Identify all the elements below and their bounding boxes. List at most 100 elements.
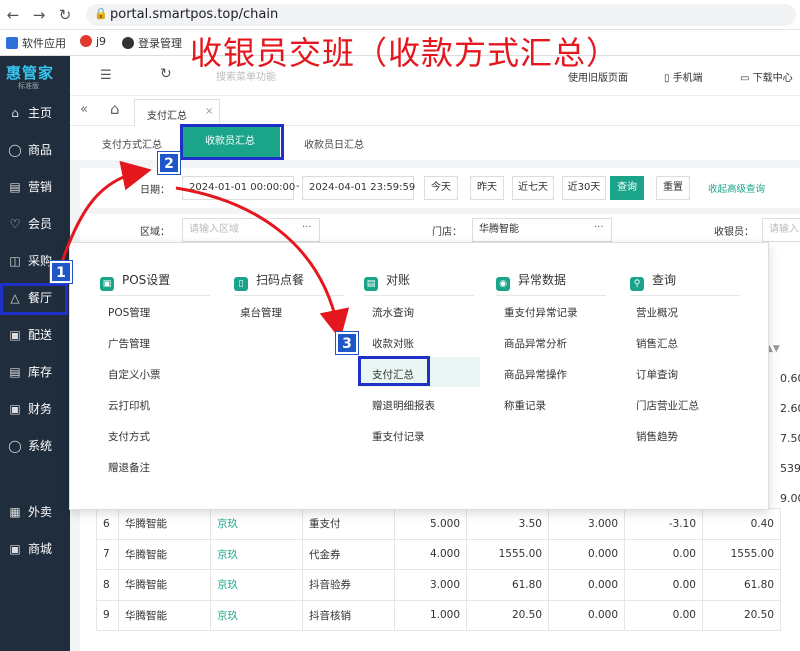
table-row[interactable]: 7 华腾智能 京玖 代金券 4.000 1555.00 0.000 0.00 1555.00 [96,538,781,570]
menu-item-pos-management[interactable]: POS管理 [108,305,150,320]
menu-item-store-business-summary[interactable]: 门店营业汇总 [636,398,699,413]
menu-item-cloud-printer[interactable]: 云打印机 [108,398,150,413]
table-cell-net: 1555.00 [702,538,781,570]
menu-toggle-icon[interactable]: ☰ [100,68,112,83]
bookmark-j9[interactable]: j9 [80,35,106,48]
bookmark-login[interactable]: 登录管理 [122,35,182,51]
sidebar-item-home[interactable]: ⌂ 主页 [0,100,70,126]
forward-arrow-icon[interactable]: → [30,6,48,24]
address-bar[interactable]: 🔒 portal.smartpos.top/chain [86,4,796,26]
menu-item-goods-abnormal-analysis[interactable]: 商品异常分析 [504,336,567,351]
table-cell-count: 1.000 [394,599,467,631]
sidebar-item-marketing[interactable]: ▤ 营销 [0,174,70,200]
menu-item-business-overview[interactable]: 营业概况 [636,305,678,320]
logo-subtitle: 标准版 [18,82,39,90]
menu-item-collection-reconcile[interactable]: 收款对账 [372,336,414,351]
sidebar-item-member[interactable]: ♡ 会员 [0,211,70,237]
tab-payment-summary[interactable]: 支付汇总 × [134,99,220,126]
sidebar-item-system[interactable]: ◯ 系统 [0,433,70,459]
table-cell-no: 8 [96,569,119,601]
url-text: portal.smartpos.top/chain [110,7,279,22]
takeout-icon: ▦ [9,505,21,519]
date-start-input[interactable]: 2024-01-01 00:00:00 [182,176,295,200]
menu-item-sales-summary[interactable]: 销售汇总 [636,336,678,351]
store-input[interactable]: 华腾智能 [472,218,612,242]
date-separator: - [296,181,300,192]
table-row[interactable]: 6 华腾智能 京玖 重支付 5.000 3.50 3.000 -3.10 0.40 [96,508,781,540]
back-arrow-icon[interactable]: ← [4,6,22,24]
sidebar-item-mall[interactable]: ▣ 商城 [0,536,70,562]
table-cell-method: 抖音核销 [302,599,395,631]
box-icon: ◯ [8,143,22,157]
sidebar-item-finance[interactable]: ▣ 财务 [0,396,70,422]
sidebar-item-delivery[interactable]: ▣ 配送 [0,322,70,348]
table-cell-refund-count: 3.000 [548,508,625,540]
subtab-pay-method-summary[interactable]: 支付方式汇总 [102,136,162,151]
menu-item-gift-refund-report[interactable]: 赠退明细报表 [372,398,435,413]
partial-cell: 539 [780,462,800,475]
table-cell-cashier: 京玖 [210,599,303,631]
pos-icon: ▣ [100,277,114,291]
area-more-icon[interactable]: ··· [302,222,312,233]
table-cell-refund: 0.00 [624,569,703,601]
menu-item-repay-abnormal[interactable]: 重支付异常记录 [504,305,578,320]
last-7-days-button[interactable]: 近七天 [512,176,554,200]
subtab-cashier-daily-summary[interactable]: 收款员日汇总 [304,136,364,151]
table-row[interactable]: 8 华腾智能 京玖 抖音验券 3.000 61.80 0.000 0.00 61.80 [96,569,781,601]
menu-item-custom-receipt[interactable]: 自定义小票 [108,367,161,382]
reset-button[interactable]: 重置 [656,176,690,200]
sidebar-item-stock[interactable]: ▤ 库存 [0,359,70,385]
menu-item-order-query[interactable]: 订单查询 [636,367,678,382]
yesterday-button[interactable]: 昨天 [470,176,504,200]
menu-item-flow-query[interactable]: 流水查询 [372,305,414,320]
menu-item-repay-records[interactable]: 重支付记录 [372,429,425,444]
sidebar-item-takeout[interactable]: ▦ 外卖 [0,499,70,525]
date-end-input[interactable]: 2024-04-01 23:59:59 [302,176,415,200]
menu-item-gift-refund-notes[interactable]: 赠退备注 [108,460,150,475]
mobile-link[interactable]: ▯ 手机端 [664,69,703,84]
today-button[interactable]: 今天 [424,176,458,200]
menu-item-sales-trend[interactable]: 销售趋势 [636,429,678,444]
cashier-input[interactable]: 请输入 [762,218,800,242]
menu-item-table-management[interactable]: 桌台管理 [240,305,282,320]
close-icon[interactable]: × [205,106,213,117]
reload-icon[interactable]: ↻ [56,6,74,24]
area-input[interactable]: 请输入区域 [182,218,320,242]
collapse-advanced-link[interactable]: 收起高级查询 [708,181,765,195]
chart-icon: ▤ [9,180,21,194]
table-cell-refund-count: 0.000 [548,538,625,570]
page-tabs: « ⌂ 支付汇总 × [70,96,800,126]
download-center-link[interactable]: ▭ 下载中心 [740,69,793,84]
table-cell-refund-count: 0.000 [548,599,625,631]
home-tab-icon[interactable]: ⌂ [110,100,120,118]
step-badge-3: 3 [336,332,358,354]
truck-icon: ▣ [9,328,21,342]
menu-item-ad-management[interactable]: 广告管理 [108,336,150,351]
table-cell-amount: 3.50 [466,508,549,540]
table-row[interactable]: 9 华腾智能 京玖 抖音核销 1.000 20.50 0.000 0.00 20.50 [96,599,781,631]
partial-cell: 2.60 [780,402,800,415]
finance-icon: ▣ [9,402,21,416]
menu-item-weighing-records[interactable]: 称重记录 [504,398,546,413]
menu-item-goods-abnormal-ops[interactable]: 商品异常操作 [504,367,567,382]
bookmark-apps[interactable]: 软件应用 [6,35,66,51]
store-more-icon[interactable]: ··· [594,222,604,233]
tabs-scroll-left-icon[interactable]: « [80,102,88,117]
table-cell-count: 5.000 [394,508,467,540]
table-cell-refund: -3.10 [624,508,703,540]
query-button[interactable]: 查询 [610,176,644,200]
last-30-days-button[interactable]: 近30天 [562,176,606,200]
partial-cell: 0.60 [780,372,800,385]
table-cell-method: 重支付 [302,508,395,540]
menu-item-payment-methods[interactable]: 支付方式 [108,429,150,444]
table-cell-refund-count: 0.000 [548,569,625,601]
divider [364,295,474,296]
divider [630,295,740,296]
partial-cell: 7.50 [780,432,800,445]
divider [100,295,210,296]
sidebar-item-goods[interactable]: ◯ 商品 [0,137,70,163]
lock-icon: 🔒 [94,7,108,20]
highlight-box-cashier-tab [180,124,284,160]
table-cell-count: 3.000 [394,569,467,601]
refresh-icon[interactable]: ↻ [160,66,172,82]
